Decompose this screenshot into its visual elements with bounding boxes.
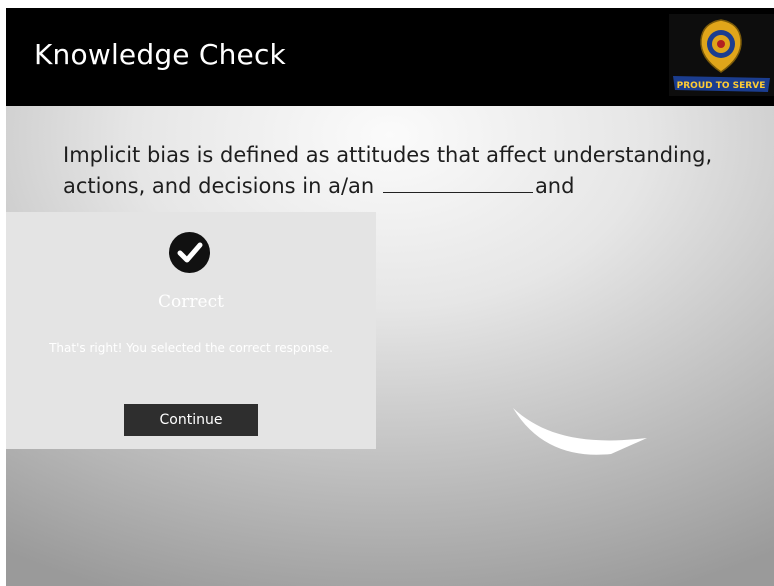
answer-blank [382, 174, 533, 193]
question-text: Implicit bias is defined as attitudes th… [63, 140, 743, 202]
feedback-panel: Correct That's right! You selected the c… [6, 212, 376, 449]
question-text-after: and [534, 174, 575, 198]
logo-banner-text: PROUD TO SERVE [677, 81, 766, 91]
slide: Knowledge Check PROUD TO SERVE Implicit … [6, 8, 774, 586]
police-badge-icon: PROUD TO SERVE [669, 14, 774, 96]
continue-button[interactable]: Continue [124, 404, 258, 436]
feedback-message: That's right! You selected the correct r… [49, 341, 333, 355]
header-bar: Knowledge Check PROUD TO SERVE [6, 8, 774, 106]
feedback-title: Correct [158, 292, 224, 312]
page-title: Knowledge Check [34, 38, 286, 71]
checkmark-circle-icon [169, 232, 210, 273]
decorative-swoosh [513, 408, 647, 455]
